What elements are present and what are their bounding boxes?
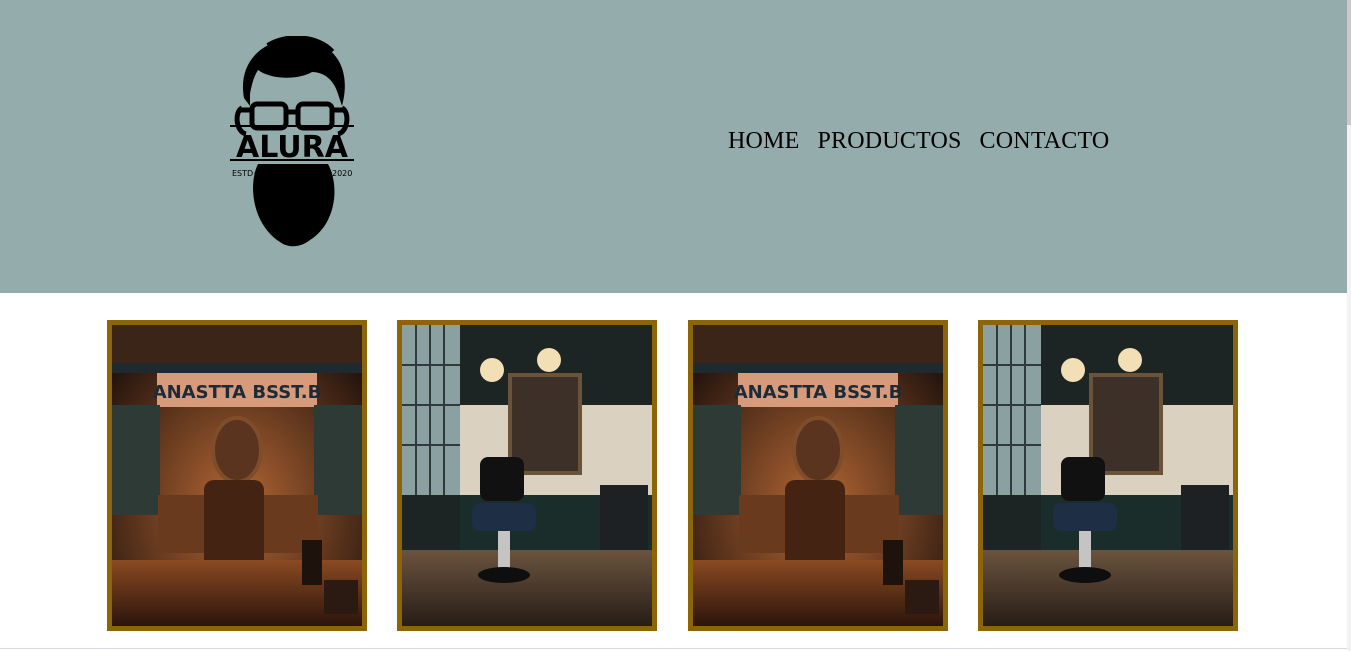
- gallery-sign-text: ANASTTA BSST.B: [153, 382, 322, 403]
- page-divider: [0, 648, 1347, 649]
- nav-contacto[interactable]: CONTACTO: [980, 126, 1110, 156]
- alura-logo[interactable]: ALURA ESTD 2020: [228, 36, 356, 254]
- gallery-item[interactable]: [978, 320, 1238, 631]
- gallery-item[interactable]: ANASTTA BSST.B: [688, 320, 948, 631]
- barbershop-image-blue: [402, 325, 652, 626]
- logo-left-text: ESTD: [232, 169, 253, 178]
- scrollbar-thumb[interactable]: [1347, 0, 1351, 125]
- image-gallery: ANASTTA BSST.B ANASTTA BSST.B: [0, 320, 1347, 631]
- barbershop-image-orange: ANASTTA BSST.B: [693, 325, 943, 626]
- site-header: ALURA ESTD 2020 HOME PRODUCTOS CONTACTO: [0, 0, 1347, 293]
- barbershop-image-orange: ANASTTA BSST.B: [112, 325, 362, 626]
- nav-productos[interactable]: PRODUCTOS: [817, 126, 961, 156]
- logo-text: ALURA: [236, 130, 349, 165]
- gallery-item[interactable]: ANASTTA BSST.B: [107, 320, 367, 631]
- nav-home[interactable]: HOME: [728, 126, 799, 156]
- barbershop-image-blue: [983, 325, 1233, 626]
- gallery-item[interactable]: [397, 320, 657, 631]
- logo-right-text: 2020: [332, 169, 352, 178]
- main-nav: HOME PRODUCTOS CONTACTO: [728, 126, 1127, 156]
- gallery-sign-text: ANASTTA BSST.B: [734, 382, 903, 403]
